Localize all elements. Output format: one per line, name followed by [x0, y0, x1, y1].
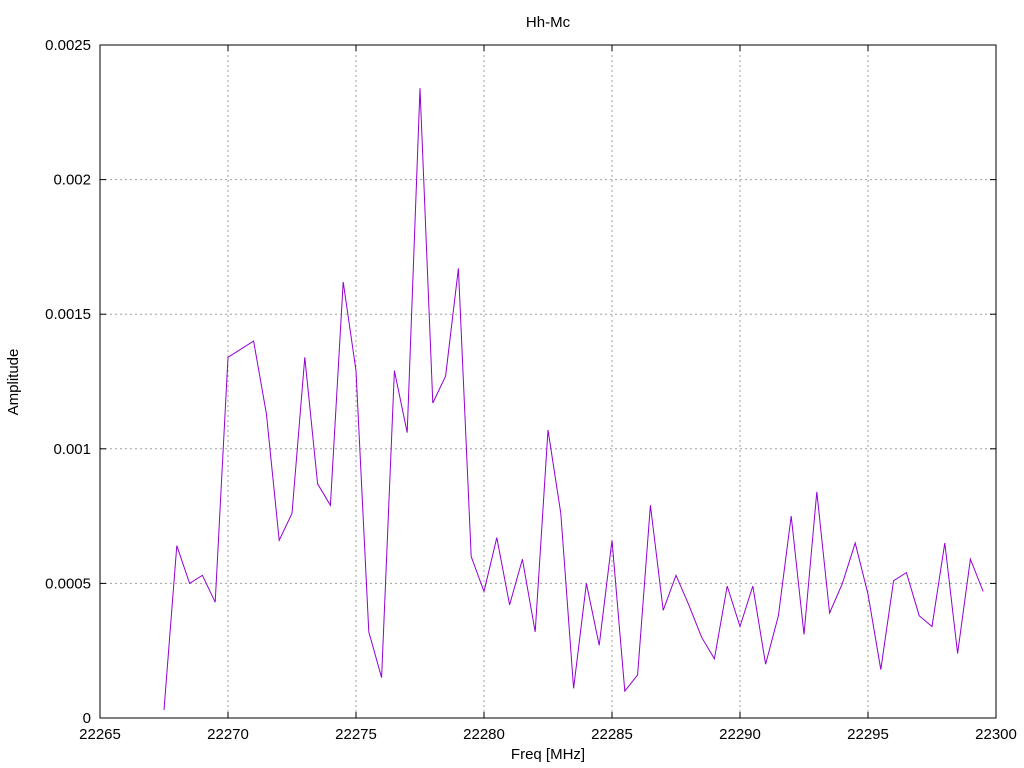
grid-layer: [100, 45, 996, 718]
x-tick-label: 22300: [975, 726, 1017, 743]
y-axis-label: Amplitude: [5, 349, 22, 416]
x-tick-label: 22270: [207, 726, 249, 743]
x-tick-label: 22275: [335, 726, 377, 743]
x-tick-label: 22265: [79, 726, 121, 743]
y-tick-label: 0.0015: [45, 306, 91, 323]
x-tick-label: 22290: [719, 726, 761, 743]
x-tick-label: 22285: [591, 726, 633, 743]
y-tick-label: 0.0005: [45, 575, 91, 592]
series-layer: [163, 88, 984, 710]
chart: 22265 22270 22275 22280 22285 22290 22295 22300…: [5, 14, 1017, 763]
plot-area-frame: [99, 44, 997, 719]
y-tick-label: 0.0025: [45, 37, 91, 54]
x-tick-label: 22280: [463, 726, 505, 743]
y-tick-label: 0.001: [53, 441, 91, 458]
series-line: [163, 88, 984, 710]
x-axis-label: Freq [MHz]: [511, 746, 585, 763]
x-tick-label: 22295: [847, 726, 889, 743]
y-tick-label: 0: [83, 710, 91, 727]
tick-layer: 22265 22270 22275 22280 22285 22290 22295 22300…: [45, 37, 1017, 743]
chart-title: Hh-Mc: [526, 14, 571, 31]
y-tick-label: 0.002: [53, 172, 91, 189]
